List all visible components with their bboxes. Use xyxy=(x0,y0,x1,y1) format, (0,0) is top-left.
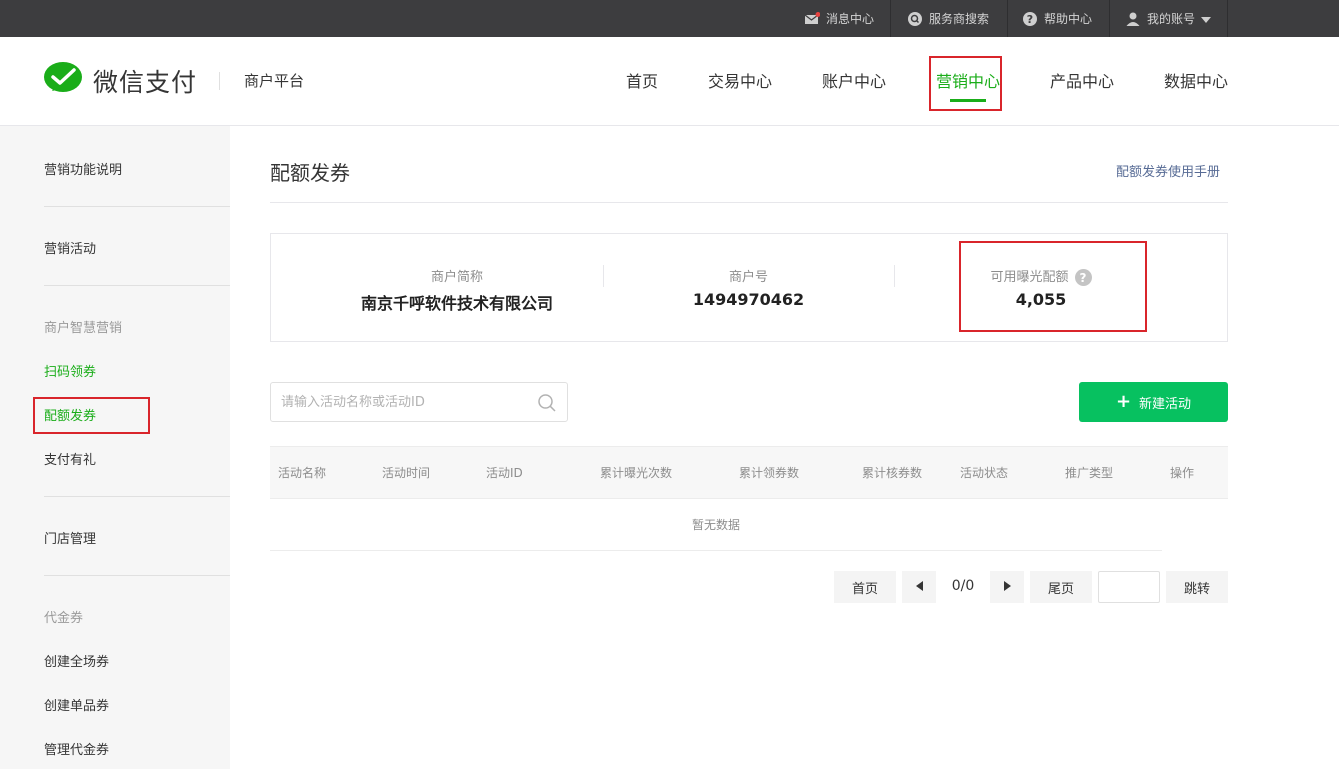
help-center-link[interactable]: ? 帮助中心 xyxy=(1022,0,1092,37)
column-exposure-count: 累计曝光次数 xyxy=(600,466,673,480)
sidebar-item-marketing-intro[interactable]: 营销功能说明 xyxy=(44,159,122,178)
merchant-name-label: 商户简称 xyxy=(430,270,483,285)
svg-text:?: ? xyxy=(1027,13,1033,26)
column-claimed-count: 累计领券数 xyxy=(739,466,800,480)
pagination-prev-button[interactable] xyxy=(902,571,936,603)
pagination-page-input[interactable] xyxy=(1098,571,1160,603)
wechat-pay-logo-icon xyxy=(43,61,83,101)
sidebar-item-create-single-voucher[interactable]: 创建单品券 xyxy=(44,695,109,714)
sidebar-divider xyxy=(44,496,230,497)
sidebar-item-pay-gift[interactable]: 支付有礼 xyxy=(44,449,96,468)
help-icon: ? xyxy=(1022,11,1038,27)
new-activity-label: 新建活动 xyxy=(1139,396,1192,412)
service-search-link[interactable]: 服务商搜索 xyxy=(907,0,989,37)
my-account-menu[interactable]: 我的账号 xyxy=(1125,0,1212,37)
activity-table-header: 活动名称 活动时间 活动ID 累计曝光次数 累计领券数 累计核券数 活动状态 推… xyxy=(270,446,1228,499)
merchant-name-block: 商户简称 南京千呼软件技术有限公司 xyxy=(271,234,643,341)
sidebar-highlight-box xyxy=(33,397,150,434)
message-center-link[interactable]: 消息中心 xyxy=(804,0,874,37)
sidebar-item-scan-coupon[interactable]: 扫码领券 xyxy=(44,361,96,380)
nav-highlight-box xyxy=(929,56,1002,111)
topbar-divider xyxy=(890,0,891,37)
topbar-divider xyxy=(1227,0,1228,37)
merchant-name-value: 南京千呼软件技术有限公司 xyxy=(360,294,553,313)
activity-search-box xyxy=(270,382,568,422)
pagination-jump-button[interactable]: 跳转 xyxy=(1166,571,1228,603)
platform-label: 商户平台 xyxy=(244,72,305,90)
merchant-id-block: 商户号 1494970462 xyxy=(603,234,894,341)
search-circle-icon xyxy=(907,11,923,27)
column-activity-time: 活动时间 xyxy=(382,466,431,480)
nav-product-center[interactable]: 产品中心 xyxy=(1050,68,1114,92)
mail-icon xyxy=(804,11,820,27)
sidebar-divider xyxy=(44,206,230,207)
new-activity-button[interactable]: + 新建活动 xyxy=(1079,382,1228,422)
sidebar-item-manage-voucher[interactable]: 管理代金券 xyxy=(44,739,109,758)
help-center-label: 帮助中心 xyxy=(1044,12,1093,26)
triangle-right-icon xyxy=(1003,580,1011,595)
service-search-label: 服务商搜索 xyxy=(929,12,990,26)
top-bar: 消息中心 服务商搜索 ? 帮助中心 我的账号 xyxy=(0,0,1339,37)
nav-home[interactable]: 首页 xyxy=(626,68,658,92)
sidebar-divider xyxy=(44,285,230,286)
column-promotion-type: 推广类型 xyxy=(1065,466,1114,480)
pagination-first-button[interactable]: 首页 xyxy=(834,571,896,603)
plus-icon: + xyxy=(1115,391,1132,412)
merchant-id-label: 商户号 xyxy=(728,270,768,285)
column-activity-status: 活动状态 xyxy=(960,466,1009,480)
column-redeemed-count: 累计核券数 xyxy=(862,466,923,480)
column-activity-name: 活动名称 xyxy=(278,466,327,480)
column-activity-id: 活动ID xyxy=(486,466,523,480)
sidebar-group-smart-marketing: 商户智慧营销 xyxy=(44,321,123,336)
quota-highlight-box xyxy=(959,241,1147,332)
usage-manual-link[interactable]: 配额发券使用手册 xyxy=(1116,161,1220,180)
sidebar-group-voucher: 代金券 xyxy=(44,611,84,626)
sidebar: 营销功能说明 营销活动 商户智慧营销 扫码领券 配额发券 支付有礼 门店管理 代… xyxy=(0,126,230,769)
nav-trade-center[interactable]: 交易中心 xyxy=(708,68,772,92)
activity-search-input[interactable] xyxy=(281,391,526,413)
pagination-last-button[interactable]: 尾页 xyxy=(1030,571,1092,603)
search-icon[interactable] xyxy=(537,393,557,413)
column-actions: 操作 xyxy=(1170,466,1195,480)
nav-account-center[interactable]: 账户中心 xyxy=(822,68,886,92)
triangle-left-icon xyxy=(915,580,923,595)
page-title: 配额发券 xyxy=(270,161,350,185)
user-icon xyxy=(1125,11,1141,27)
merchant-id-value: 1494970462 xyxy=(692,290,805,309)
nav-data-center[interactable]: 数据中心 xyxy=(1164,68,1228,92)
topbar-divider xyxy=(1007,0,1008,37)
wechat-pay-logo[interactable]: 微信支付 xyxy=(43,61,198,101)
empty-data-text: 暂无数据 xyxy=(691,518,740,532)
pagination-status: 0/0 xyxy=(951,578,975,594)
main-header: 微信支付 商户平台 首页 交易中心 账户中心 营销中心 产品中心 数据中心 xyxy=(0,37,1339,126)
info-divider xyxy=(894,265,895,287)
sidebar-item-marketing-activity[interactable]: 营销活动 xyxy=(44,238,96,257)
sidebar-item-store-management[interactable]: 门店管理 xyxy=(44,528,96,547)
table-empty-row: 暂无数据 xyxy=(270,499,1162,551)
sidebar-item-create-full-voucher[interactable]: 创建全场券 xyxy=(44,651,109,670)
sidebar-divider xyxy=(44,575,230,576)
pagination-next-button[interactable] xyxy=(990,571,1024,603)
logo-divider xyxy=(219,72,220,90)
message-center-label: 消息中心 xyxy=(826,12,875,26)
topbar-divider xyxy=(1109,0,1110,37)
title-divider xyxy=(270,202,1228,203)
logo-text: 微信支付 xyxy=(93,68,198,97)
chevron-down-icon xyxy=(1201,12,1212,26)
my-account-label: 我的账号 xyxy=(1147,12,1196,26)
